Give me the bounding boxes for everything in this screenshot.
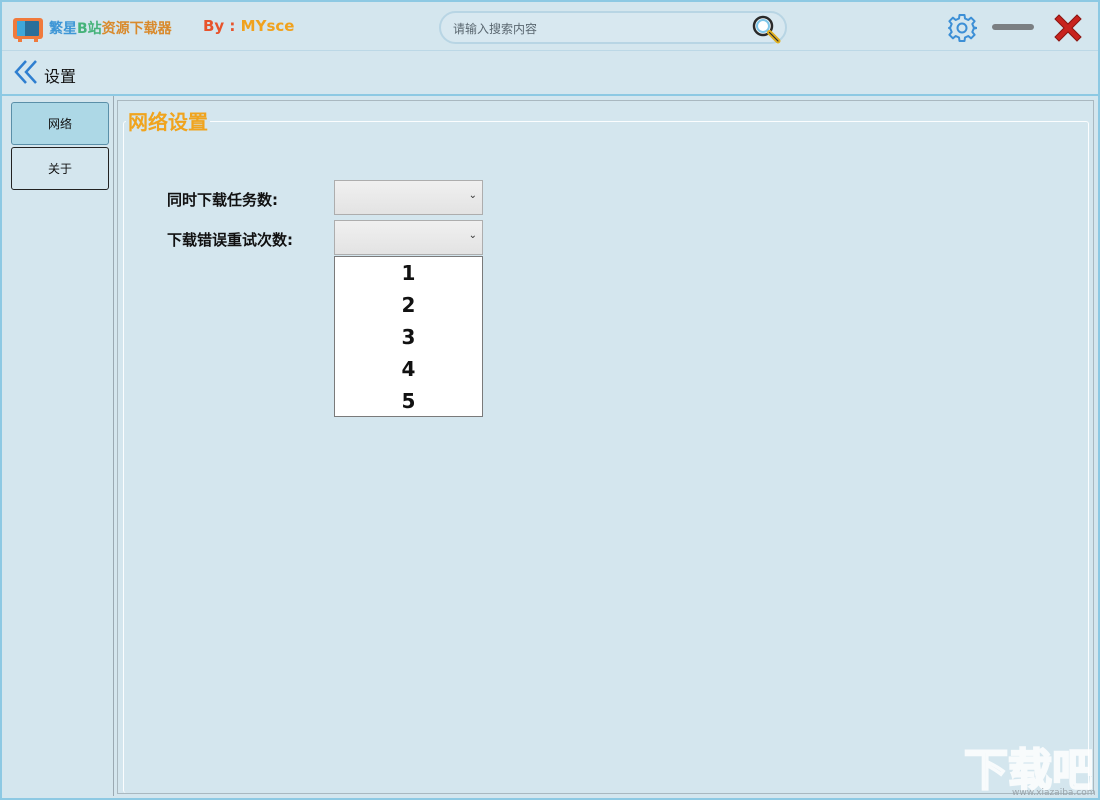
tv-logo-icon <box>13 18 43 42</box>
retry-count-select[interactable]: ⌄ <box>334 220 483 255</box>
concurrent-tasks-select[interactable]: ⌄ <box>334 180 483 215</box>
search-box <box>439 11 787 44</box>
sidebar-item-about[interactable]: 关于 <box>11 147 109 190</box>
settings-header: 设置 <box>2 51 1098 96</box>
gear-icon[interactable] <box>947 13 977 43</box>
concurrent-tasks-label: 同时下载任务数: <box>167 191 278 209</box>
chevron-down-icon: ⌄ <box>468 190 477 201</box>
dropdown-option[interactable]: 5 <box>335 385 482 417</box>
author-prefix: By : <box>203 17 241 35</box>
dropdown-option[interactable]: 1 <box>335 257 482 289</box>
settings-panel: 网络设置 同时下载任务数: ⌄ 下载错误重试次数: ⌄ 1 2 3 4 5 <box>117 100 1094 794</box>
retry-count-dropdown: 1 2 3 4 5 <box>334 256 483 417</box>
author-credit: By : MYsce <box>203 17 294 35</box>
app-title-part1: 繁星 <box>49 21 77 37</box>
group-title: 网络设置 <box>126 106 210 135</box>
author-name: MYsce <box>240 17 295 35</box>
settings-sidebar: 网络 关于 <box>2 96 114 796</box>
dropdown-option[interactable]: 3 <box>335 321 482 353</box>
back-chevron-icon[interactable] <box>14 59 40 85</box>
app-title-part2: B站 <box>77 21 102 37</box>
search-input[interactable] <box>451 18 755 40</box>
dropdown-option[interactable]: 4 <box>335 353 482 385</box>
sidebar-item-label: 关于 <box>47 162 72 176</box>
chevron-down-icon: ⌄ <box>468 230 477 241</box>
minimize-icon[interactable] <box>992 24 1034 30</box>
app-window: 繁星B站资源下载器 By : MYsce 请输入搜索内容 设置 网络 关于 网络… <box>0 0 1100 800</box>
retry-count-label: 下载错误重试次数: <box>167 231 293 249</box>
app-title-part3: 资源下载器 <box>101 21 172 37</box>
close-icon[interactable] <box>1050 10 1086 46</box>
watermark-url: www.xiazaiba.com <box>1012 788 1096 798</box>
title-bar: 繁星B站资源下载器 By : MYsce <box>2 2 1098 51</box>
network-settings-group <box>123 121 1089 793</box>
page-title[interactable]: 设置 <box>44 63 76 87</box>
dropdown-option[interactable]: 2 <box>335 289 482 321</box>
search-icon[interactable] <box>751 14 781 44</box>
sidebar-item-network[interactable]: 网络 <box>11 102 109 145</box>
sidebar-item-label: 网络 <box>47 117 72 131</box>
app-title: 繁星B站资源下载器 <box>49 18 172 38</box>
